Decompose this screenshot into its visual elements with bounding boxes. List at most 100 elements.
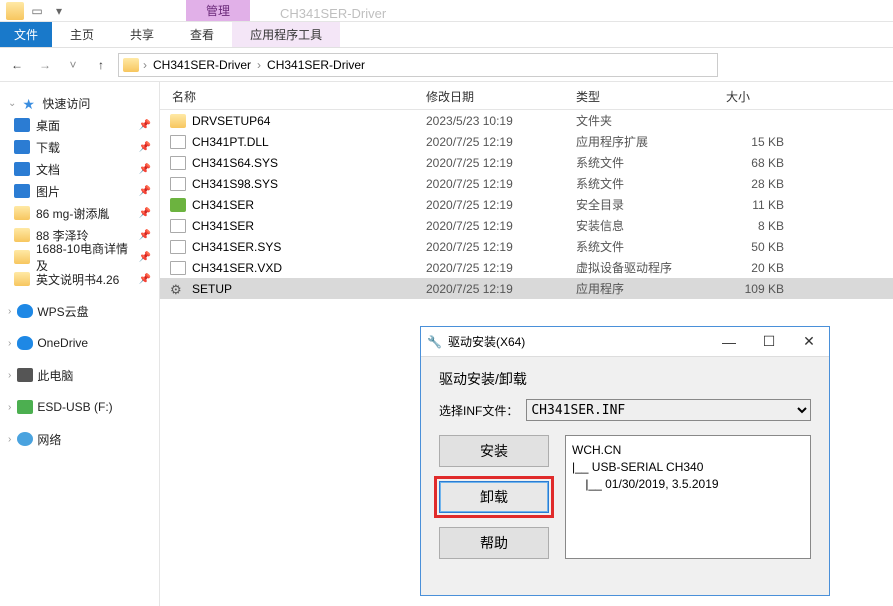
- breadcrumb-item[interactable]: CH341SER-Driver: [265, 58, 367, 72]
- folder-icon: [14, 250, 30, 264]
- app-tools-tab[interactable]: 应用程序工具: [232, 22, 340, 47]
- file-size: 20 KB: [714, 261, 794, 275]
- breadcrumb-sep-icon[interactable]: ›: [143, 58, 147, 72]
- sidebar-item-label: WPS云盘: [37, 303, 88, 320]
- dialog-titlebar[interactable]: 🔧 驱动安装(X64) — ☐ ✕: [421, 327, 829, 357]
- file-row[interactable]: CH341PT.DLL2020/7/25 12:19应用程序扩展15 KB: [160, 131, 893, 152]
- column-headers[interactable]: 名称 修改日期 类型 大小: [160, 82, 893, 110]
- file-row[interactable]: DRVSETUP642023/5/23 10:19文件夹: [160, 110, 893, 131]
- window-title: CH341SER-Driver: [280, 6, 386, 21]
- file-type: 虚拟设备驱动程序: [564, 259, 714, 276]
- qat-dropdown-icon[interactable]: ▾: [52, 4, 66, 18]
- network[interactable]: › 网络: [0, 428, 159, 450]
- folder-icon: [170, 114, 186, 128]
- file-date: 2020/7/25 12:19: [414, 177, 564, 191]
- file-size: 15 KB: [714, 135, 794, 149]
- download-icon: [14, 140, 30, 154]
- recent-dropdown[interactable]: ˅: [62, 54, 84, 76]
- file-name: SETUP: [192, 282, 232, 296]
- sidebar-item-label: 桌面: [36, 117, 60, 134]
- file-row[interactable]: CH341SER.VXD 2020/7/25 12:19虚拟设备驱动程序20 KB: [160, 257, 893, 278]
- close-button[interactable]: ✕: [789, 327, 829, 357]
- driver-install-dialog: 🔧 驱动安装(X64) — ☐ ✕ 驱动安装/卸载 选择INF文件： CH341…: [420, 326, 830, 596]
- cloud-icon: [17, 304, 33, 318]
- file-row[interactable]: CH341SER2020/7/25 12:19安装信息8 KB: [160, 215, 893, 236]
- address-folder-icon: [123, 58, 139, 72]
- sidebar-item-label: 86 mg-谢添胤: [36, 205, 109, 222]
- file-icon: [170, 156, 186, 170]
- file-date: 2020/7/25 12:19: [414, 156, 564, 170]
- dialog-heading: 驱动安装/卸载: [439, 369, 811, 389]
- file-date: 2020/7/25 12:19: [414, 219, 564, 233]
- install-button[interactable]: 安装: [439, 435, 549, 467]
- sidebar-item[interactable]: 文档📌: [0, 158, 159, 180]
- contextual-tab-manage[interactable]: 管理: [186, 0, 250, 21]
- file-size: 68 KB: [714, 156, 794, 170]
- address-bar[interactable]: › CH341SER-Driver › CH341SER-Driver: [118, 53, 718, 77]
- file-icon: [170, 240, 186, 254]
- file-date: 2020/7/25 12:19: [414, 261, 564, 275]
- maximize-button[interactable]: ☐: [749, 327, 789, 357]
- back-button[interactable]: ←: [6, 54, 28, 76]
- col-name[interactable]: 名称: [160, 82, 414, 109]
- pic-icon: [14, 184, 30, 198]
- inf-file-select[interactable]: CH341SER.INF: [526, 399, 811, 421]
- pin-icon: 📌: [139, 274, 151, 285]
- folder-icon: [14, 272, 30, 286]
- home-tab[interactable]: 主页: [52, 22, 112, 47]
- sidebar-item-label: 此电脑: [37, 367, 73, 384]
- help-button[interactable]: 帮助: [439, 527, 549, 559]
- file-row[interactable]: SETUP2020/7/25 12:19应用程序109 KB: [160, 278, 893, 299]
- file-name: CH341SER.VXD: [192, 261, 282, 275]
- breadcrumb-sep-icon[interactable]: ›: [257, 58, 261, 72]
- file-row[interactable]: CH341S98.SYS2020/7/25 12:19系统文件28 KB: [160, 173, 893, 194]
- folder-icon: [6, 2, 24, 20]
- pin-icon: 📌: [139, 230, 151, 241]
- folder-icon: [14, 228, 30, 242]
- col-modified[interactable]: 修改日期: [414, 82, 564, 109]
- navigation-bar: ← → ˅ ↑ › CH341SER-Driver › CH341SER-Dri…: [0, 48, 893, 82]
- file-size: 8 KB: [714, 219, 794, 233]
- sidebar-item[interactable]: 1688-10电商详情及📌: [0, 246, 159, 268]
- minimize-button[interactable]: —: [709, 327, 749, 357]
- navigation-pane: ⌄ 快速访问 桌面📌下载📌文档📌图片📌86 mg-谢添胤📌88 李泽玲📌1688…: [0, 82, 160, 606]
- sidebar-item[interactable]: 图片📌: [0, 180, 159, 202]
- ribbon-tabs: 文件 主页 共享 查看 应用程序工具: [0, 22, 893, 48]
- cloud-icon: [17, 336, 33, 350]
- onedrive[interactable]: › OneDrive: [0, 332, 159, 354]
- usb-drive[interactable]: › ESD-USB (F:): [0, 396, 159, 418]
- breadcrumb-item[interactable]: CH341SER-Driver: [151, 58, 253, 72]
- col-size[interactable]: 大小: [714, 82, 794, 109]
- sidebar-item[interactable]: 下载 📌: [0, 136, 159, 158]
- file-name: CH341PT.DLL: [192, 135, 269, 149]
- this-pc[interactable]: › 此电脑: [0, 364, 159, 386]
- forward-button[interactable]: →: [34, 54, 56, 76]
- qat-properties-icon[interactable]: ▭: [30, 4, 44, 18]
- file-icon: [170, 219, 186, 233]
- up-button[interactable]: ↑: [90, 54, 112, 76]
- pin-icon: 📌: [139, 142, 151, 153]
- sidebar-item-label: 下载: [36, 139, 60, 156]
- view-tab[interactable]: 查看: [172, 22, 232, 47]
- uninstall-button[interactable]: 卸载: [439, 481, 549, 513]
- col-type[interactable]: 类型: [564, 82, 714, 109]
- file-row[interactable]: CH341SER.SYS2020/7/25 12:19系统文件50 KB: [160, 236, 893, 257]
- file-date: 2020/7/25 12:19: [414, 198, 564, 212]
- file-name: DRVSETUP64: [192, 114, 270, 128]
- share-tab[interactable]: 共享: [112, 22, 172, 47]
- file-tab[interactable]: 文件: [0, 22, 52, 47]
- file-name: CH341S64.SYS: [192, 156, 278, 170]
- dialog-title: 驱动安装(X64): [448, 333, 709, 350]
- file-type: 安全目录: [564, 196, 714, 213]
- pin-icon: 📌: [139, 164, 151, 175]
- sidebar-item[interactable]: 桌面📌: [0, 114, 159, 136]
- file-name: CH341S98.SYS: [192, 177, 278, 191]
- sidebar-item[interactable]: 86 mg-谢添胤📌: [0, 202, 159, 224]
- select-inf-label: 选择INF文件：: [439, 402, 518, 419]
- file-row[interactable]: CH341S64.SYS2020/7/25 12:19系统文件68 KB: [160, 152, 893, 173]
- file-row[interactable]: CH341SER2020/7/25 12:19安全目录11 KB: [160, 194, 893, 215]
- file-date: 2023/5/23 10:19: [414, 114, 564, 128]
- wps-cloud[interactable]: › WPS云盘: [0, 300, 159, 322]
- sidebar-item[interactable]: 英文说明书4.26📌: [0, 268, 159, 290]
- quick-access-header[interactable]: ⌄ 快速访问: [0, 92, 159, 114]
